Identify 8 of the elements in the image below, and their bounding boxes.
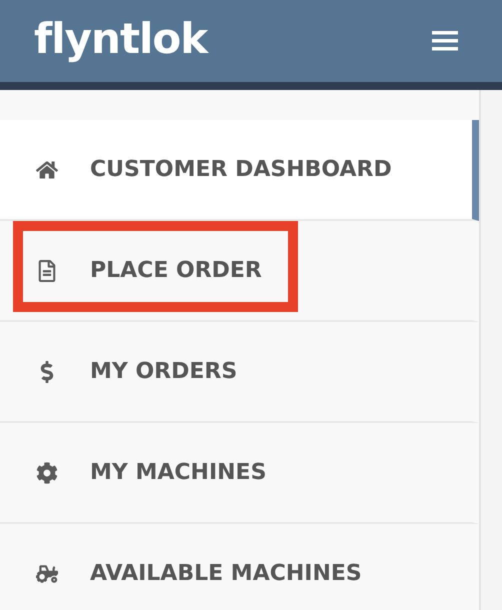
tractor-icon (36, 562, 58, 584)
menu-icon[interactable] (432, 30, 458, 52)
gear-icon (36, 462, 58, 484)
document-icon (36, 260, 58, 282)
logo: flyntlok (34, 14, 208, 62)
home-icon (36, 158, 58, 180)
sidebar-item[interactable]: PLACE ORDER (0, 221, 479, 322)
sidebar-item[interactable]: CUSTOMER DASHBOARD (0, 120, 479, 221)
